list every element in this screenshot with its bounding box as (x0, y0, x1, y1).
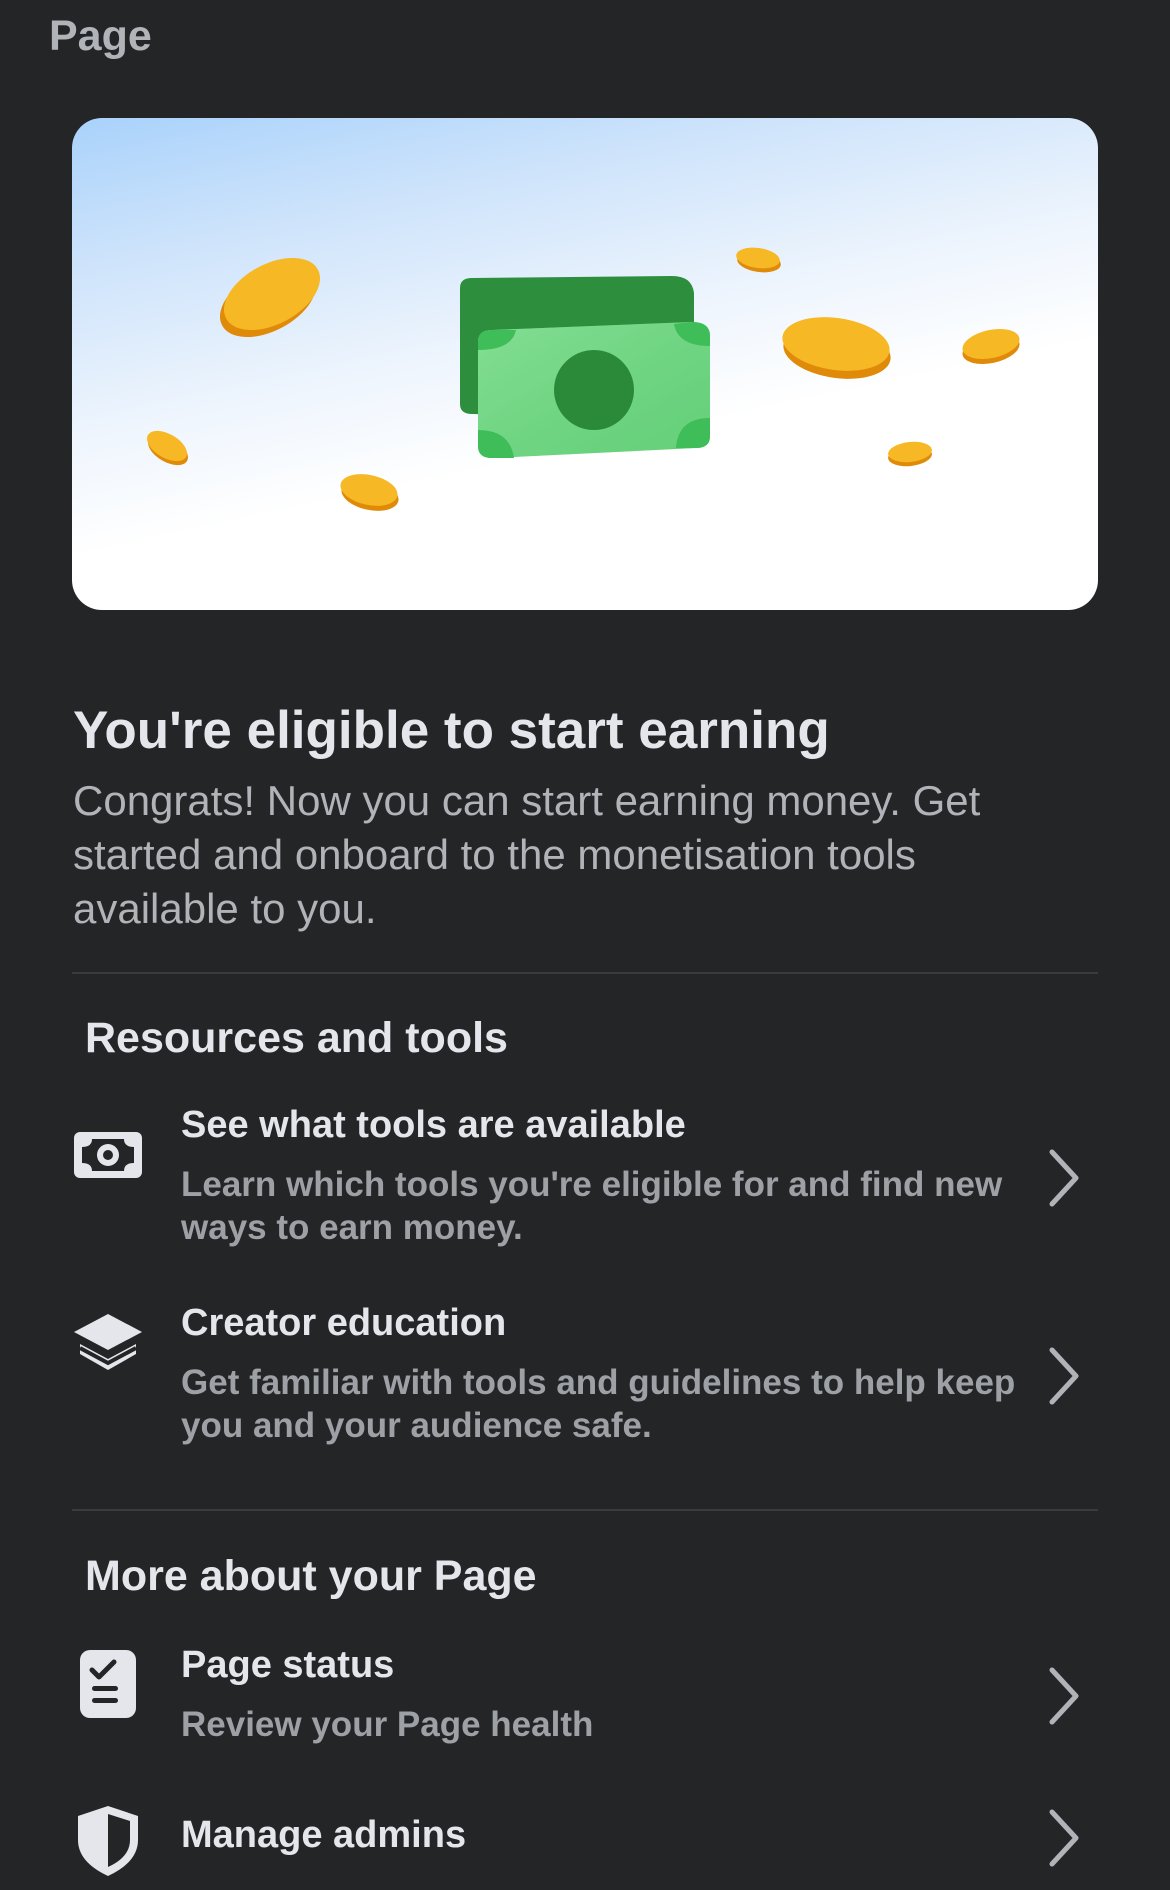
coin-icon (782, 317, 891, 379)
monetisation-hero-illustration (72, 118, 1098, 610)
coin-icon (219, 257, 321, 338)
list-item-creator-education[interactable]: Creator education Get familiar with tool… (0, 1298, 1170, 1458)
money-icon (72, 1118, 144, 1190)
list-item-page-status[interactable]: Page status Review your Page health (0, 1640, 1170, 1750)
section-divider (72, 1509, 1098, 1511)
eligibility-headline: You're eligible to start earning (73, 701, 830, 760)
coin-icon (147, 430, 188, 466)
chevron-right-icon (1046, 1346, 1082, 1406)
list-item-manage-admins[interactable]: Manage admins (0, 1800, 1170, 1890)
education-icon (72, 1308, 144, 1380)
list-item-see-tools[interactable]: See what tools are available Learn which… (0, 1100, 1170, 1260)
list-item-subtitle: Learn which tools you're eligible for an… (181, 1165, 1003, 1247)
chevron-right-icon (1046, 1666, 1082, 1726)
coin-icon (736, 247, 781, 273)
section-divider (72, 972, 1098, 974)
chevron-right-icon (1046, 1148, 1082, 1208)
shield-icon (72, 1804, 144, 1876)
chevron-right-icon (1046, 1808, 1082, 1868)
list-item-subtitle: Review your Page health (181, 1705, 594, 1744)
coin-icon (340, 474, 399, 511)
cash-bills-icon (460, 276, 710, 458)
list-item-subtitle: Get familiar with tools and guidelines t… (181, 1363, 1016, 1445)
list-item-title: See what tools are available (181, 1104, 686, 1146)
more-section-title: More about your Page (85, 1552, 537, 1600)
list-item-title: Manage admins (181, 1814, 467, 1856)
money-illustration (147, 247, 1020, 511)
coin-icon (962, 329, 1020, 364)
list-item-title: Page status (181, 1644, 395, 1686)
coin-icon (888, 441, 932, 467)
eligibility-description: Congrats! Now you can start earning mone… (73, 777, 981, 932)
list-item-title: Creator education (181, 1302, 507, 1344)
page-header-title: Page (49, 12, 152, 60)
resources-section-title: Resources and tools (85, 1014, 508, 1062)
clipboard-check-icon (72, 1648, 144, 1720)
